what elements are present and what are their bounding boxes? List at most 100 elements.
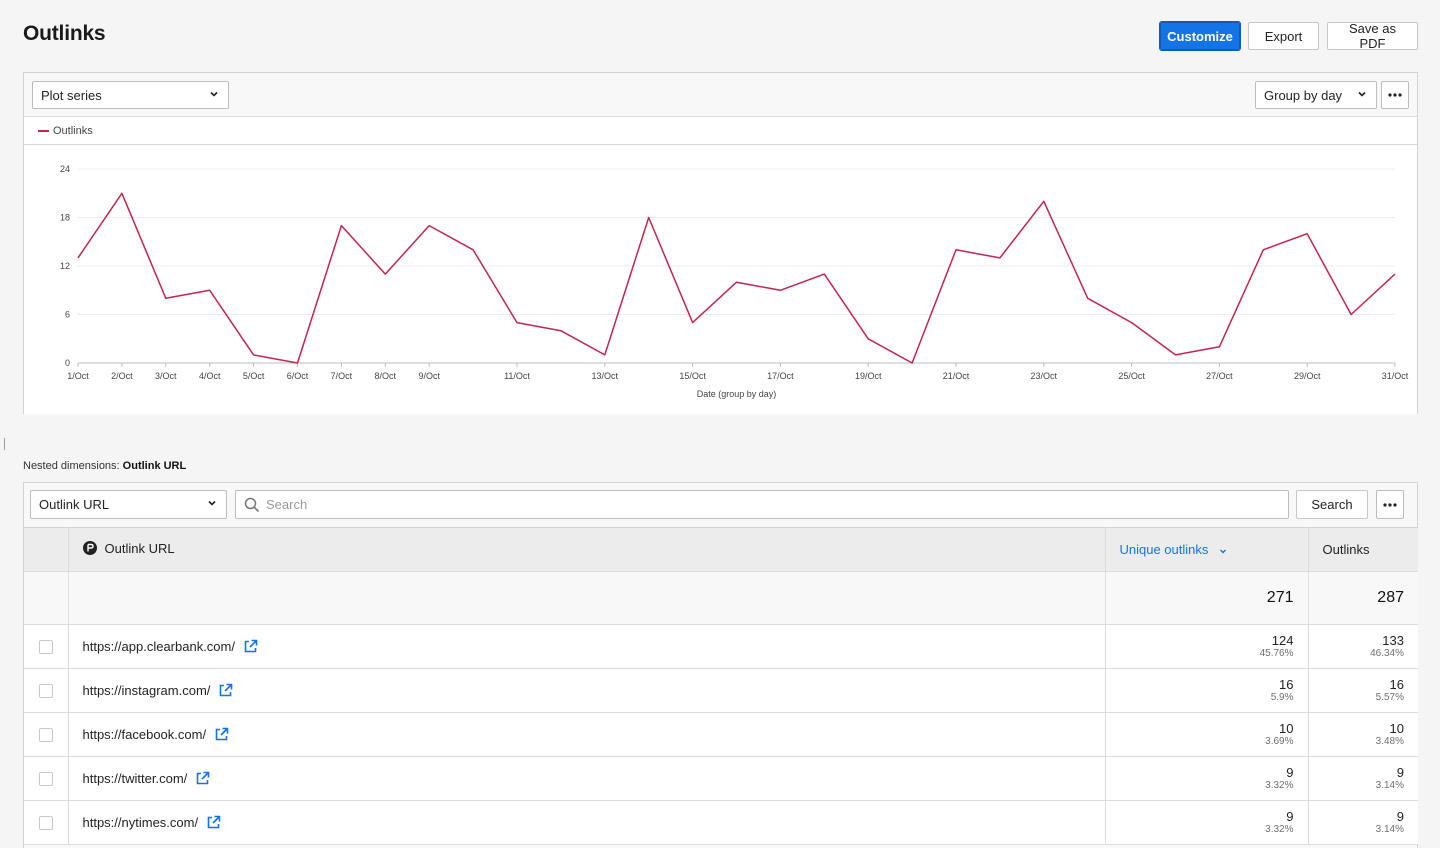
top-actions: Customize Export Save as PDF — [1159, 21, 1418, 51]
row-checkbox[interactable] — [38, 816, 53, 831]
data-table: Outlink URL Unique outlinks Outlinks 271… — [24, 527, 1418, 845]
more-icon — [1383, 502, 1397, 507]
row-unique-outlinks: 16 5.9% — [1105, 668, 1309, 713]
row-url: https://app.clearbank.com/ — [82, 639, 235, 654]
sort-desc-icon — [1220, 549, 1227, 554]
nested-dimensions: Nested dimensions: Outlink URL — [23, 460, 186, 472]
external-link-icon[interactable] — [206, 815, 221, 830]
row-unique-value: 124 — [1271, 632, 1294, 648]
dimension-select-label: Outlink URL — [39, 497, 110, 512]
chart-area: 0 6 12 18 24 1/Oct 2/Oct 3/Oct 4/Oct 5/Oct 6/Oct 7/… — [24, 145, 1417, 414]
row-unique-percent: 45.76% — [1259, 647, 1294, 659]
external-link-icon[interactable] — [195, 771, 210, 786]
nested-prefix: Nested dimensions: — [23, 460, 120, 472]
table-row[interactable]: https://app.clearbank.com/124 45.76% 133 46… — [24, 624, 1418, 669]
x-tick-label: 25/Oct — [1118, 371, 1145, 381]
table-more-button[interactable] — [1376, 490, 1404, 519]
export-button[interactable]: Export — [1248, 22, 1319, 50]
x-tick-label: 1/Oct — [67, 371, 89, 381]
chart-more-button[interactable] — [1381, 81, 1409, 109]
row-unique-outlinks: 10 3.69% — [1105, 712, 1309, 757]
external-link-icon[interactable] — [214, 727, 229, 742]
table-row[interactable]: https://nytimes.com/9 3.32% 9 3.14% — [24, 800, 1418, 845]
x-tick-label: 23/Oct — [1031, 371, 1058, 381]
plot-series-select[interactable]: Plot series — [32, 81, 229, 109]
row-outlinks-value: 133 — [1382, 632, 1404, 648]
header-unique-outlinks[interactable]: Unique outlinks — [1105, 527, 1309, 572]
row-checkbox[interactable] — [38, 728, 53, 743]
header-outlinks[interactable]: Outlinks — [1308, 527, 1418, 572]
search-input[interactable] — [266, 497, 1288, 512]
x-axis-label: Date (group by day) — [697, 389, 777, 399]
totals-row: 271 287 — [24, 571, 1418, 625]
group-by-label: Group by day — [1264, 87, 1343, 103]
dimension-icon — [82, 541, 97, 556]
search-icon — [244, 497, 260, 513]
header-outlink-url[interactable]: Outlink URL — [68, 527, 1106, 572]
y-tick-label: 18 — [60, 213, 70, 223]
table-row[interactable]: https://twitter.com/9 3.32% 9 3.14% — [24, 756, 1418, 801]
search-button[interactable]: Search — [1296, 490, 1368, 519]
external-link-icon[interactable] — [243, 639, 258, 654]
table-panel: Outlink URL Search Outli — [23, 482, 1418, 848]
row-select-cell — [24, 668, 69, 713]
x-tick-label: 8/Oct — [375, 371, 397, 381]
row-outlinks-percent: 3.14% — [1375, 823, 1404, 835]
chart-toolbar: Plot series Group by day — [24, 73, 1417, 117]
legend-label: Outlinks — [53, 124, 93, 137]
row-unique-value: 16 — [1279, 676, 1294, 692]
row-url: https://instagram.com/ — [82, 683, 211, 698]
row-unique-outlinks: 124 45.76% — [1105, 624, 1309, 669]
row-unique-percent: 3.32% — [1265, 823, 1294, 835]
group-by-select[interactable]: Group by day — [1255, 81, 1377, 109]
search-box — [235, 490, 1289, 519]
row-checkbox[interactable] — [38, 640, 53, 655]
x-tick-label: 27/Oct — [1206, 371, 1233, 381]
row-outlinks-percent: 3.48% — [1375, 735, 1404, 747]
x-tick-label: 7/Oct — [331, 371, 353, 381]
table-row[interactable]: https://facebook.com/10 3.69% 10 3.48% — [24, 712, 1418, 757]
row-unique-percent: 5.9% — [1270, 691, 1294, 703]
row-outlinks-percent: 5.57% — [1375, 691, 1404, 703]
y-tick-label: 0 — [65, 358, 70, 368]
header-unique-outlinks-label: Unique outlinks — [1119, 542, 1209, 557]
data-table-wrap: Outlink URL Unique outlinks Outlinks 271… — [24, 527, 1418, 845]
row-select-cell — [24, 712, 69, 757]
row-checkbox[interactable] — [38, 772, 53, 787]
chevron-down-icon — [210, 91, 218, 97]
y-tick-label: 6 — [65, 310, 70, 320]
row-unique-outlinks: 9 3.32% — [1105, 756, 1309, 801]
series-line-outlinks — [77, 192, 1396, 364]
total-unique-outlinks: 271 — [1105, 571, 1309, 625]
x-tick-label: 29/Oct — [1294, 371, 1321, 381]
row-unique-percent: 3.32% — [1265, 779, 1294, 791]
row-outlinks-value: 10 — [1389, 720, 1404, 736]
x-tick-label: 2/Oct — [111, 371, 133, 381]
chevron-down-icon — [1358, 91, 1366, 97]
row-outlinks: 16 5.57% — [1308, 668, 1418, 713]
chevron-down-icon — [208, 500, 216, 506]
save-as-pdf-button[interactable]: Save as PDF — [1327, 21, 1418, 51]
x-tick-label: 13/Oct — [592, 371, 619, 381]
external-link-icon[interactable] — [218, 683, 233, 698]
table-row[interactable]: https://instagram.com/16 5.9% 16 5.57% — [24, 668, 1418, 713]
total-outlinks: 287 — [1308, 571, 1418, 625]
x-tick-label: 5/Oct — [243, 371, 265, 381]
chart-legend: Outlinks — [24, 116, 1417, 145]
row-url-cell: https://app.clearbank.com/ — [68, 624, 1106, 669]
x-tick-label: 4/Oct — [199, 371, 221, 381]
row-url: https://facebook.com/ — [82, 727, 207, 742]
x-tick-label: 6/Oct — [287, 371, 309, 381]
row-outlinks: 133 46.34% — [1308, 624, 1418, 669]
row-unique-value: 10 — [1279, 720, 1294, 736]
text-cursor — [4, 438, 5, 450]
x-tick-label: 31/Oct — [1382, 371, 1409, 381]
x-tick-label: 9/Oct — [418, 371, 440, 381]
customize-button[interactable]: Customize — [1159, 21, 1241, 51]
chart-panel: Plot series Group by day Outlinks 0 6 12 18… — [23, 72, 1418, 414]
row-checkbox[interactable] — [38, 684, 53, 699]
row-url-cell: https://facebook.com/ — [68, 712, 1106, 757]
row-url: https://twitter.com/ — [82, 771, 188, 786]
dimension-select[interactable]: Outlink URL — [30, 490, 227, 519]
line-chart: 0 6 12 18 24 1/Oct 2/Oct 3/Oct 4/Oct 5/Oct 6/Oct 7/… — [60, 164, 1409, 399]
